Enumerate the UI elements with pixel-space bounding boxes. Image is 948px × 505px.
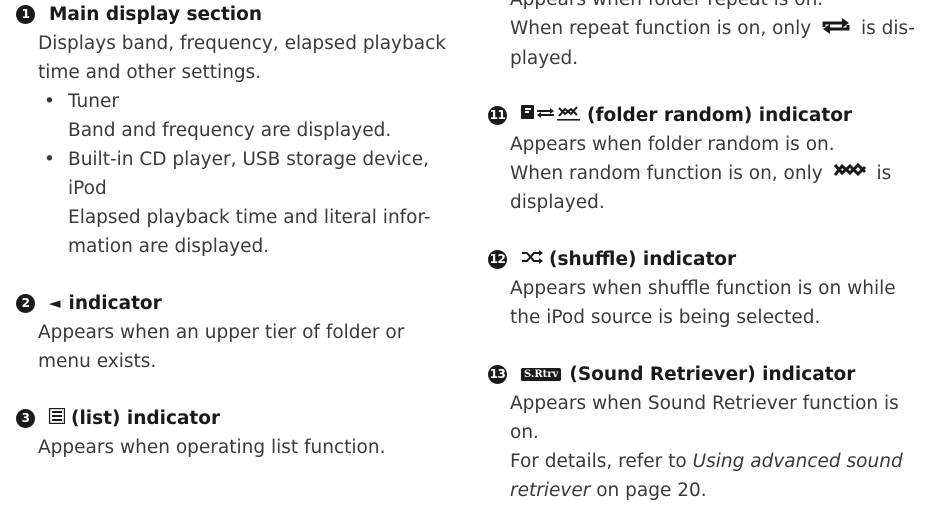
section-3-title: (list) indicator	[71, 408, 221, 429]
section-12-desc-2: the iPod source is being selected.	[510, 307, 821, 328]
repeat-desc-2: When repeat function is on, only is dis-	[510, 14, 943, 44]
section-3-desc: Appears when operating list function.	[38, 437, 386, 458]
link-using-advanced-sound: Using advanced sound	[692, 451, 903, 472]
repeat-desc-1: Appears when folder repeat is on.	[510, 0, 943, 14]
section-13-title: (Sound Retriever) indicator	[569, 364, 856, 385]
section-13-desc-1: Appears when Sound Retriever function is	[510, 393, 899, 414]
list-icon	[48, 404, 66, 433]
item-number-13: 13	[488, 365, 507, 384]
item-number-3: 3	[16, 409, 35, 428]
item-number-1: 1	[16, 5, 35, 24]
item-number-2: 2	[16, 294, 35, 313]
bullet-line-2: iPod	[68, 178, 107, 199]
left-column: 1 Main display section Displays band, fr…	[16, 0, 456, 462]
section-2-desc-2: menu exists.	[38, 351, 157, 372]
random-icon	[833, 159, 867, 188]
link-retriever: retriever	[510, 480, 591, 501]
section-13-desc-3a: For details, refer to	[510, 451, 687, 472]
section-11-title: (folder random) indicator	[587, 104, 853, 126]
bullet-text: Tuner Band and frequency are displayed.	[68, 87, 391, 145]
section-11-desc-2a: When random function is on, only	[510, 162, 823, 184]
section-11-desc-2b: is	[876, 162, 892, 184]
bullet-dot-icon: •	[44, 149, 55, 170]
section-2-heading: 2 ◄ indicator	[16, 289, 456, 318]
section-11-desc-2: When random function is on, only is	[510, 159, 943, 189]
bullet-detail-1: Elapsed playback time and literal infor-	[68, 207, 431, 228]
bullet-detail-2: mation are displayed.	[68, 236, 270, 257]
bullet-line-2: Band and frequency are displayed.	[68, 120, 392, 141]
repeat-icon	[821, 15, 851, 44]
section-2-title: indicator	[68, 293, 162, 314]
bullet-dot-icon: •	[44, 91, 55, 112]
sound-retriever-badge: S.Rtrv	[521, 368, 562, 381]
section-3-heading: 3 (list) indicator	[16, 404, 456, 433]
repeat-desc-2a: When repeat function is on, only	[510, 18, 812, 39]
section-1-title: Main display section	[49, 4, 263, 25]
section-13-desc-2: on.	[510, 422, 539, 443]
bullet-text: Built-in CD player, USB storage device, …	[68, 145, 431, 261]
repeat-desc-2b: is dis-	[861, 18, 915, 39]
section-11-desc-1: Appears when folder random is on.	[510, 133, 835, 155]
section-12-desc-1: Appears when shuffle function is on whil…	[510, 278, 896, 299]
bullet-line-1: Built-in CD player, USB storage device,	[68, 149, 429, 170]
repeat-desc-3: played.	[510, 47, 579, 69]
section-12-title: (shuffle) indicator	[549, 249, 737, 270]
section-13-desc-4: retriever on page 20.	[510, 476, 943, 505]
item-number-12: 12	[488, 250, 507, 269]
section-13-desc-4b: on page 20.	[596, 480, 707, 501]
section-1-desc-1: Displays band, frequency, elapsed playba…	[38, 33, 446, 54]
shuffle-icon	[521, 245, 543, 274]
section-11-desc-3: displayed.	[510, 192, 605, 213]
left-triangle-icon: ◄	[49, 294, 61, 312]
section-13-desc-3: For details, refer to Using advanced sou…	[510, 447, 943, 476]
bullet-item: • Tuner Band and frequency are displayed…	[38, 87, 456, 145]
section-1-desc-2: time and other settings.	[38, 62, 262, 83]
right-column: Appears when folder repeat is on. When r…	[488, 0, 943, 505]
bullet-item: • Built-in CD player, USB storage device…	[38, 145, 456, 261]
section-13-heading: 13 S.Rtrv (Sound Retriever) indicator	[488, 360, 943, 389]
section-11-heading: 11 (folder random) indicator	[488, 101, 943, 130]
folder-random-icon	[521, 101, 581, 130]
item-number-11: 11	[488, 105, 507, 125]
section-2-desc-1: Appears when an upper tier of folder or	[38, 322, 405, 343]
section-12-heading: 12 (shuffle) indicator	[488, 245, 943, 274]
bullet-line-1: Tuner	[68, 91, 119, 112]
section-1-heading: 1 Main display section	[16, 0, 456, 29]
